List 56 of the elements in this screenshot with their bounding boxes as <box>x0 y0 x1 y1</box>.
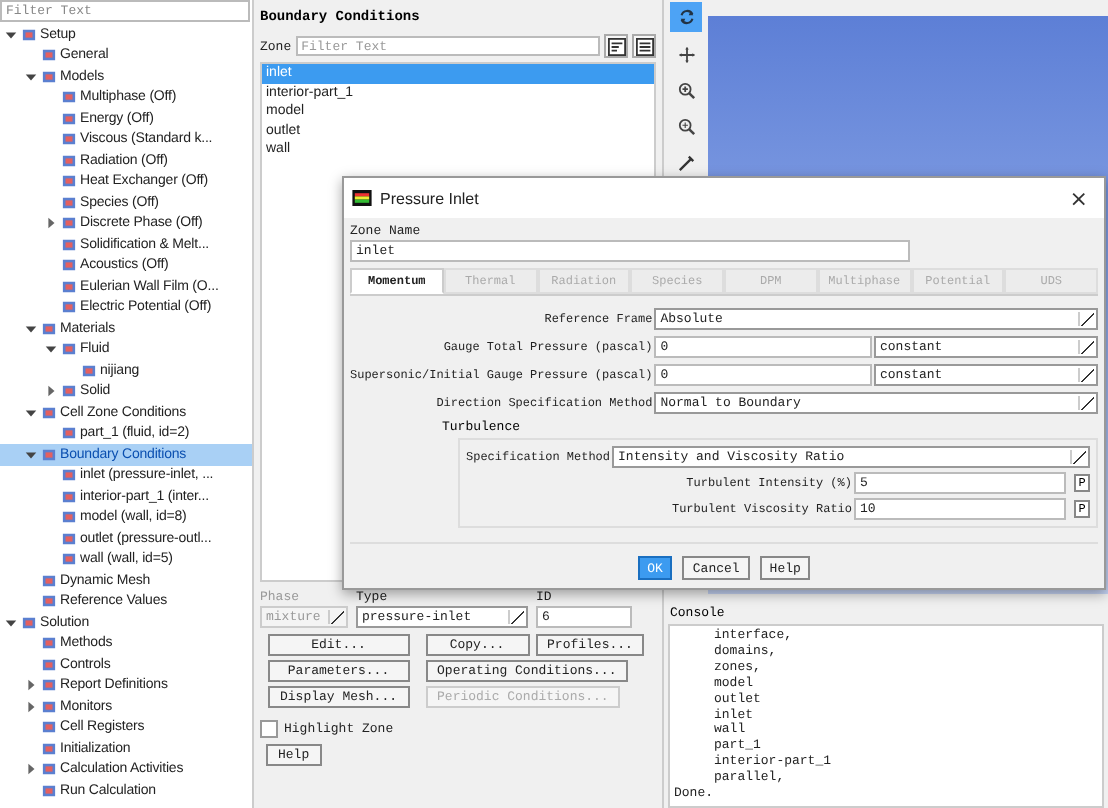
node-icon <box>42 783 56 798</box>
node-icon <box>62 531 76 546</box>
expand-caret-icon[interactable] <box>4 27 18 42</box>
filter-settings-icon[interactable] <box>604 34 628 58</box>
node-icon <box>42 720 56 735</box>
node-icon <box>42 321 56 336</box>
node-icon <box>62 258 76 273</box>
expand-caret-icon[interactable] <box>4 615 18 630</box>
node-icon <box>42 741 56 756</box>
node-icon <box>42 405 56 420</box>
node-icon <box>42 594 56 609</box>
collapse-caret-icon[interactable] <box>24 678 38 693</box>
node-icon <box>62 237 76 252</box>
expand-caret-icon[interactable] <box>24 321 38 336</box>
expand-caret-icon[interactable] <box>24 447 38 462</box>
list-options-icon[interactable] <box>632 34 656 58</box>
highlight-checkbox[interactable] <box>260 720 278 738</box>
node-icon <box>62 174 76 189</box>
expand-caret-icon[interactable] <box>44 342 58 357</box>
node-icon <box>42 48 56 63</box>
close-button[interactable]: × <box>1061 185 1096 211</box>
node-icon <box>82 363 96 378</box>
node-icon <box>62 300 76 315</box>
node-icon <box>62 195 76 210</box>
node-icon <box>42 699 56 714</box>
node-icon <box>62 111 76 126</box>
node-icon <box>62 342 76 357</box>
node-icon <box>62 153 76 168</box>
node-icon <box>62 279 76 294</box>
expand-caret-icon[interactable] <box>24 405 38 420</box>
rotate-icon[interactable] <box>670 2 702 32</box>
node-icon <box>62 552 76 567</box>
node-icon <box>62 384 76 399</box>
node-icon <box>42 657 56 672</box>
app-icon <box>352 190 372 206</box>
node-icon <box>62 132 76 147</box>
node-icon <box>62 489 76 504</box>
collapse-caret-icon[interactable] <box>44 216 58 231</box>
expand-caret-icon[interactable] <box>24 69 38 84</box>
node-icon <box>42 678 56 693</box>
node-icon <box>42 447 56 462</box>
node-icon <box>42 636 56 651</box>
node-icon <box>62 426 76 441</box>
node-icon <box>62 510 76 525</box>
node-icon <box>42 69 56 84</box>
node-icon <box>22 27 36 42</box>
node-icon <box>42 573 56 588</box>
node-icon <box>62 90 76 105</box>
node-icon <box>62 216 76 231</box>
collapse-caret-icon[interactable] <box>24 699 38 714</box>
node-icon <box>42 762 56 777</box>
node-icon <box>22 615 36 630</box>
dialog-title: Pressure Inlet <box>380 189 479 207</box>
collapse-caret-icon[interactable] <box>24 762 38 777</box>
collapse-caret-icon[interactable] <box>44 384 58 399</box>
node-icon <box>62 468 76 483</box>
